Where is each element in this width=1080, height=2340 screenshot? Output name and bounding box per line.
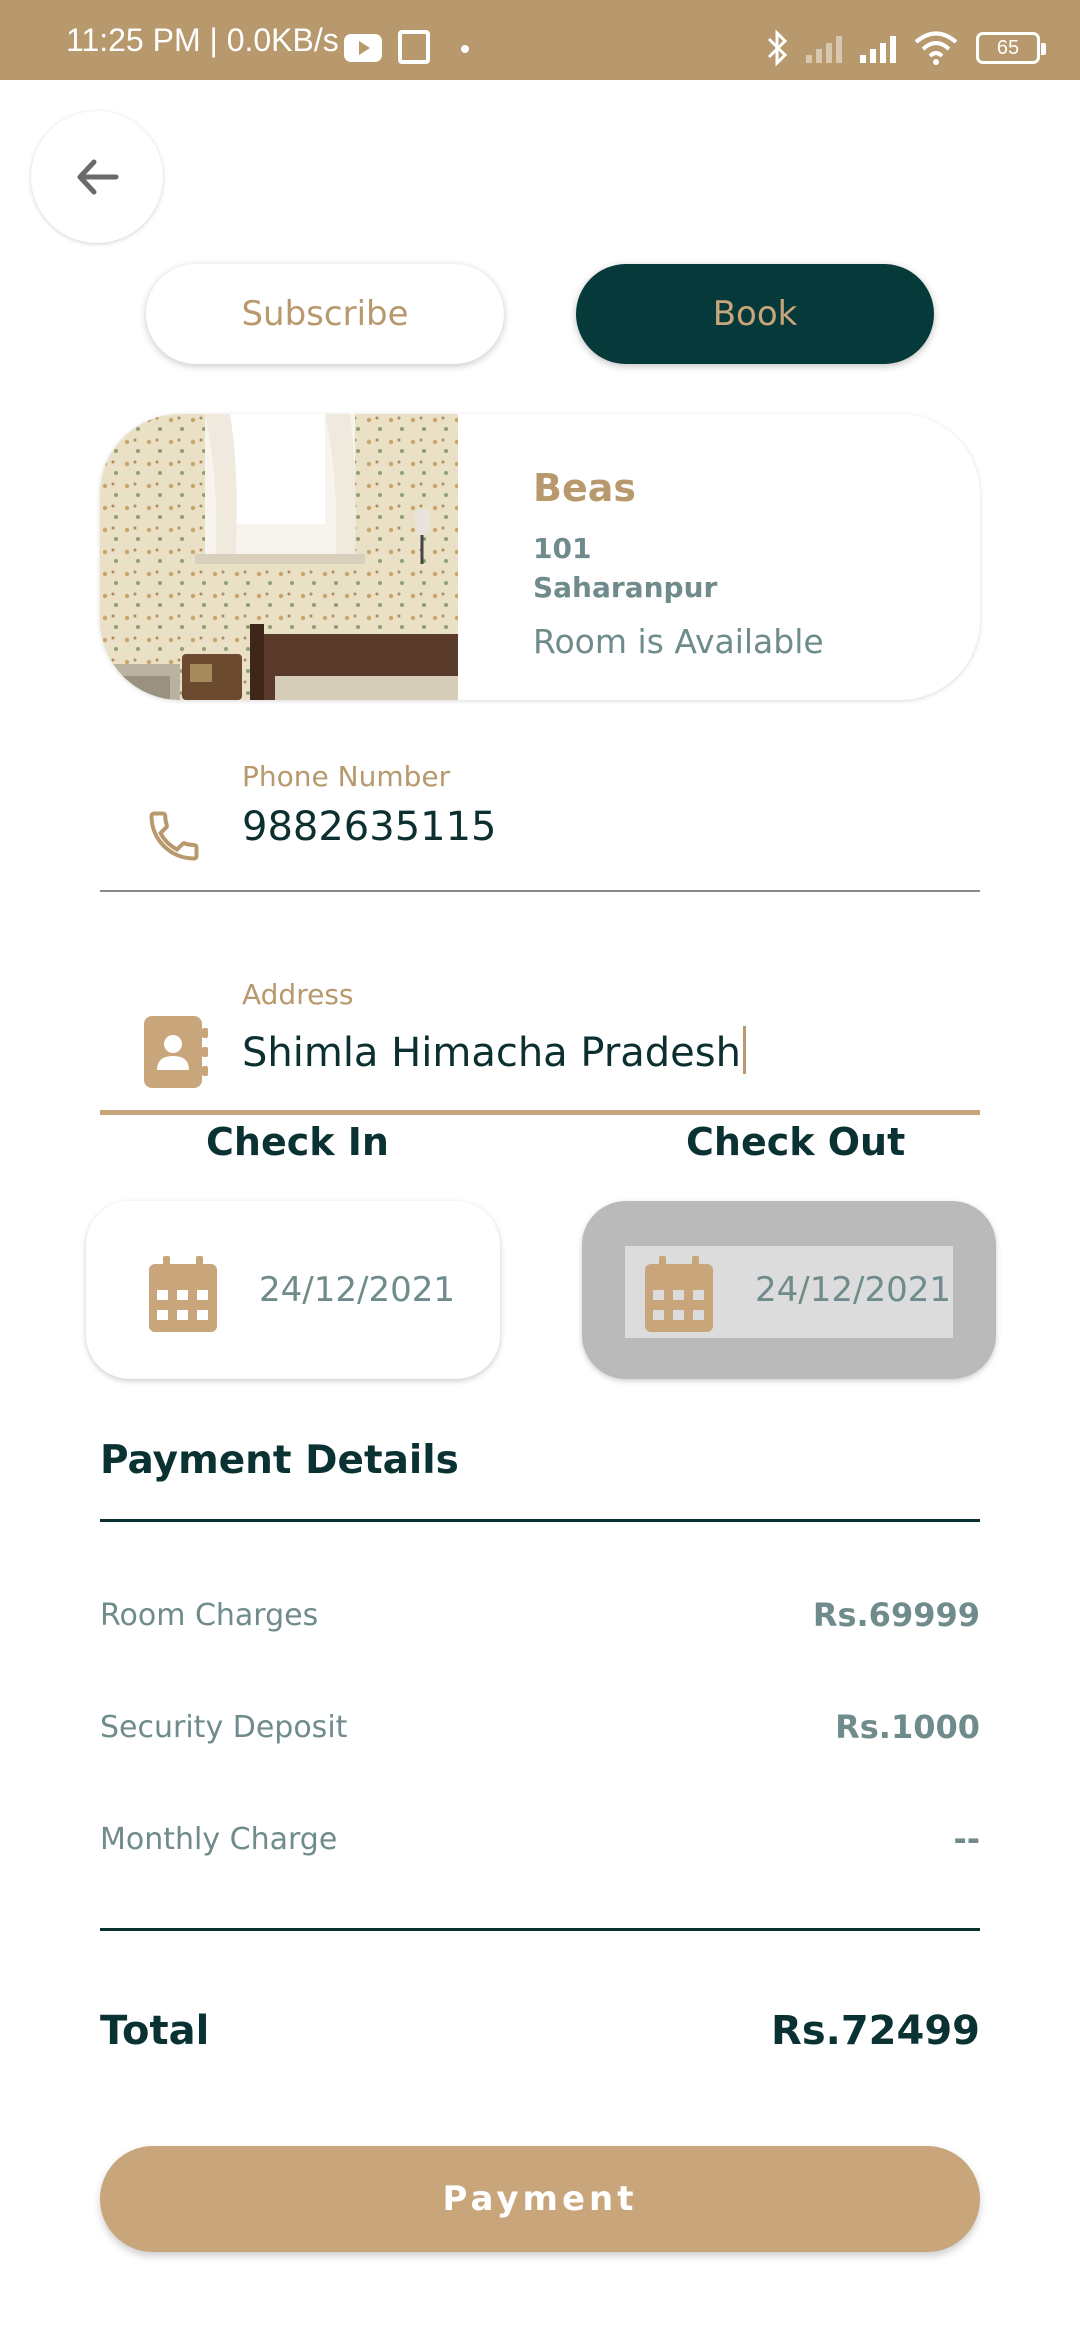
twitch-icon	[398, 30, 430, 64]
monthly-charge-value: --	[953, 1820, 980, 1858]
wifi-icon	[914, 31, 958, 65]
room-city: Saharanpur	[533, 571, 718, 604]
room-status: Room is Available	[533, 622, 824, 661]
room-charges-value: Rs.69999	[812, 1596, 980, 1634]
calendar-icon	[645, 1256, 713, 1332]
phone-underline	[100, 890, 980, 892]
bluetooth-icon	[767, 30, 788, 66]
signal-2-icon	[860, 33, 896, 63]
payment-divider-bottom	[100, 1928, 980, 1931]
address-input[interactable]: Shimla Himacha Pradesh	[242, 1026, 746, 1076]
room-card[interactable]: Beas 101 Saharanpur Room is Available	[100, 414, 980, 700]
book-button[interactable]: Book	[576, 264, 934, 364]
security-deposit-value: Rs.1000	[835, 1708, 980, 1746]
payment-details-title: Payment Details	[100, 1438, 459, 1483]
back-button[interactable]	[31, 111, 163, 243]
payment-divider-top	[100, 1519, 980, 1522]
room-charges-label: Room Charges	[100, 1598, 319, 1633]
contact-book-icon	[144, 1016, 208, 1088]
calendar-icon	[149, 1256, 217, 1332]
phone-field[interactable]: Phone Number 9882635115	[100, 760, 980, 895]
total-value: Rs.72499	[771, 2008, 980, 2054]
check-in-label: Check In	[206, 1120, 389, 1164]
check-out-content: 24/12/2021	[625, 1246, 953, 1338]
total-label: Total	[100, 2008, 210, 2054]
phone-input[interactable]: 9882635115	[242, 804, 497, 850]
status-icons: 65	[766, 28, 1046, 68]
notification-dot-icon	[461, 45, 469, 53]
check-out-picker[interactable]: 24/12/2021	[582, 1201, 996, 1379]
check-in-picker[interactable]: 24/12/2021	[86, 1201, 500, 1379]
monthly-charge-label: Monthly Charge	[100, 1822, 338, 1857]
address-label: Address	[242, 978, 354, 1011]
phone-label: Phone Number	[242, 760, 451, 793]
payment-button[interactable]: Payment	[100, 2146, 980, 2252]
phone-icon	[149, 811, 199, 861]
signal-1-icon	[806, 33, 842, 63]
text-cursor	[742, 1026, 746, 1074]
check-in-content: 24/12/2021	[129, 1246, 457, 1338]
address-field[interactable]: Address Shimla Himacha Pradesh	[100, 978, 980, 1118]
check-in-date: 24/12/2021	[259, 1270, 455, 1310]
room-photo	[100, 414, 458, 700]
check-out-date: 24/12/2021	[755, 1270, 951, 1310]
status-bar: 11:25 PM | 0.0KB/s 65	[0, 0, 1080, 80]
check-out-label: Check Out	[686, 1120, 906, 1164]
youtube-icon	[344, 34, 382, 62]
room-name: Beas	[533, 466, 636, 510]
security-deposit-label: Security Deposit	[100, 1710, 348, 1745]
arrow-left-icon	[77, 159, 119, 195]
battery-icon: 65	[976, 32, 1046, 64]
address-underline	[100, 1110, 980, 1115]
room-info: Beas 101 Saharanpur Room is Available	[533, 466, 824, 661]
subscribe-button[interactable]: Subscribe	[146, 264, 504, 364]
status-time: 11:25 PM | 0.0KB/s	[66, 22, 339, 58]
room-number: 101	[533, 532, 592, 565]
